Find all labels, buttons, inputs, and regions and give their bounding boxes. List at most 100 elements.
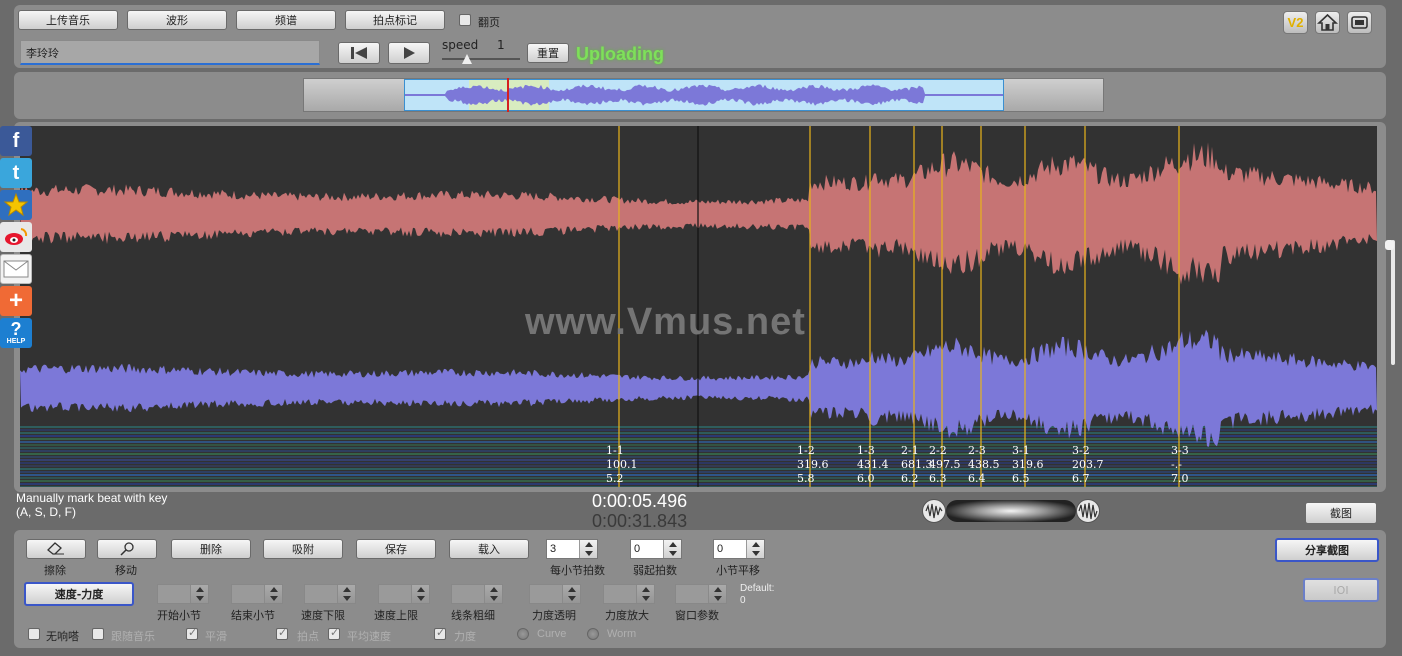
snap-button[interactable]: 吸附 [263,539,343,559]
weibo-icon[interactable] [0,222,32,252]
beat-label-1-2: 1-2 319.6 5.8 [797,444,829,486]
move-label: 移动 [115,564,137,577]
overview-playhead[interactable] [507,78,509,112]
speed-max-stepper[interactable] [378,584,430,604]
window-icon[interactable] [1347,11,1372,34]
beat-label-3-2: 3-2 203.7 6.7 [1072,444,1104,486]
reset-button[interactable]: 重置 [527,43,569,63]
total-time: 0:00:31.843 [592,511,688,531]
song-title-input[interactable]: 李玲玲 [20,40,320,65]
home-icon[interactable] [1315,11,1340,34]
move-button[interactable] [97,539,157,559]
beats-per-bar-stepper[interactable]: 3 [546,539,598,559]
delete-button[interactable]: 删除 [171,539,251,559]
facebook-icon[interactable]: f [0,126,32,156]
upload-status: Uploading [576,44,664,64]
save-button[interactable]: 保存 [356,539,436,559]
scrollbar-grip[interactable] [1385,240,1394,250]
waveform-button[interactable]: 波形 [127,10,227,30]
beat-id: 3-1 [1012,444,1030,457]
default-value: 0 [740,595,746,606]
avg-speed-checkbox[interactable] [328,626,340,640]
speed-slider-thumb[interactable] [462,54,472,64]
pickup-beats-stepper[interactable]: 0 [630,539,682,559]
worm-radio[interactable] [587,628,599,640]
force-opacity-label: 力度透明 [532,609,576,622]
smooth-checkbox[interactable] [186,626,198,640]
volume-control[interactable] [922,499,1100,523]
play-button[interactable] [388,42,430,64]
load-button[interactable]: 载入 [449,539,529,559]
share-screenshot-button[interactable]: 分享截图 [1275,538,1379,562]
help-icon[interactable]: ? HELP [0,318,32,348]
beat-tempo: 203.7 [1072,458,1104,471]
flip-page-checkbox[interactable] [459,14,471,26]
speed-slider[interactable] [442,54,520,64]
curve-radio[interactable] [517,628,529,640]
mail-icon[interactable] [0,254,32,284]
beat-tempo: 681.3 [901,458,933,471]
waveform-max-icon[interactable] [1076,499,1100,523]
twitter-icon[interactable]: t [0,158,32,188]
beat-id: 3-3 [1171,444,1189,457]
erase-label: 擦除 [44,564,66,577]
upload-music-button[interactable]: 上传音乐 [18,10,118,30]
beats-per-bar-label: 每小节拍数 [550,564,605,577]
line-thickness-stepper[interactable] [451,584,503,604]
beat-label-3-3: 3-3 -.- 7.0 [1171,444,1189,486]
beat-label-2-1: 2-1 681.3 6.2 [901,444,933,486]
pickup-beats-value: 0 [634,543,641,555]
beat-time: 6.5 [1012,472,1030,485]
pickup-beats-label: 弱起拍数 [633,564,677,577]
start-bar-stepper[interactable] [157,584,209,604]
beat-point-checkbox[interactable] [276,626,288,640]
force-opacity-stepper[interactable] [529,584,581,604]
v2-badge[interactable]: V2 [1283,11,1308,34]
speed-label: speed [442,38,479,52]
waveform-min-icon[interactable] [922,499,946,523]
no-beep-label: 无响嗒 [46,630,79,643]
screenshot-button[interactable]: 截图 [1305,502,1377,524]
favorite-star-icon[interactable] [0,190,32,220]
overview-track[interactable] [303,78,1104,112]
v2-label: V2 [1287,15,1304,30]
spectrum-button[interactable]: 频谱 [236,10,336,30]
beat-time: 7.0 [1171,472,1189,485]
vertical-scrollbar[interactable] [1391,240,1395,365]
beat-id: 3-2 [1072,444,1090,457]
speed-min-stepper[interactable] [304,584,356,604]
follow-music-label: 跟随音乐 [111,630,155,643]
erase-button[interactable] [26,539,86,559]
rewind-button[interactable] [338,42,380,64]
beat-tempo: 431.4 [857,458,889,471]
volume-slider-track[interactable] [946,500,1076,522]
help-label: HELP [6,338,26,345]
speed-value: 1 [497,38,505,52]
avg-speed-label: 平均速度 [347,630,391,643]
bar-shift-stepper[interactable]: 0 [713,539,765,559]
force-label: 力度 [454,630,476,643]
beat-marking-button[interactable]: 拍点标记 [345,10,445,30]
eraser-icon [47,542,64,555]
waveform-canvas[interactable]: www.Vmus.net 1-1 100.1 5.2 1-2 319.6 5.8 1-3 43… [20,126,1377,487]
beat-id: 1-2 [797,444,815,457]
window-param-stepper[interactable] [675,584,727,604]
overview-wave-shape [405,84,1003,106]
bar-shift-value: 0 [717,543,724,555]
speed-max-label: 速度上限 [374,609,418,622]
force-scale-label: 力度放大 [605,609,649,622]
beat-id: 1-3 [857,444,875,457]
ioi-button[interactable]: IOI [1303,578,1379,602]
force-checkbox[interactable] [434,626,446,640]
add-more-icon[interactable]: + [0,286,32,316]
pin-icon [120,542,134,556]
current-time: 0:00:05.496 [592,491,688,511]
line-thickness-label: 线条粗细 [451,609,495,622]
overview-visible-window[interactable] [404,78,1004,112]
bar-shift-label: 小节平移 [716,564,760,577]
no-beep-checkbox[interactable] [28,628,40,640]
end-bar-stepper[interactable] [231,584,283,604]
force-scale-stepper[interactable] [603,584,655,604]
speed-force-mode-button[interactable]: 速度-力度 [24,582,134,606]
follow-music-checkbox[interactable] [92,628,104,640]
